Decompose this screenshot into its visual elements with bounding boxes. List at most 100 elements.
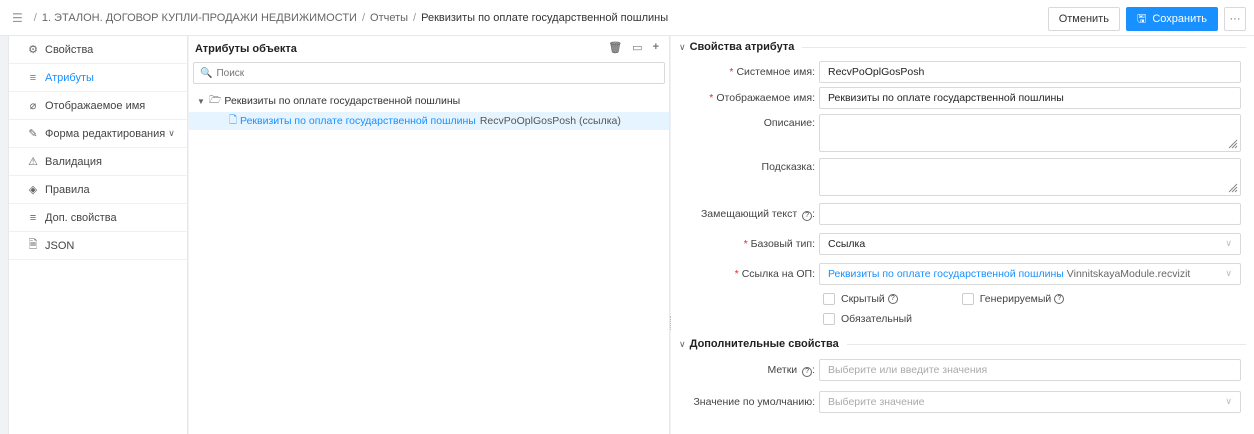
checkbox-label: Скрытый (841, 293, 885, 305)
checkbox-row: Скрытый ? Генерируемый ? (671, 289, 1254, 309)
nav-item-label: Атрибуты (45, 71, 94, 84)
field-tags: Метки ?: Выберите или введите значения (671, 357, 1254, 383)
delete-icon[interactable]: 🗑 (608, 41, 622, 54)
hint-textarea[interactable] (819, 158, 1241, 196)
nav-item-display-name[interactable]: ⌀ Отображаемое имя (9, 92, 187, 120)
breadcrumb-item-reports[interactable]: Отчеты (370, 12, 408, 24)
cancel-button[interactable]: Отменить (1047, 7, 1120, 31)
replacement-text-input[interactable] (819, 203, 1241, 225)
field-label: * Ссылка на ОП: (734, 268, 815, 280)
system-name-input[interactable]: RecvPoOplGosPosh (819, 61, 1241, 83)
resize-grip-icon[interactable] (1228, 139, 1238, 149)
field-base-type: * Базовый тип: Ссылка ∨ (671, 231, 1254, 257)
nav-item-label: JSON (45, 239, 75, 252)
display-name-input[interactable]: Реквизиты по оплате государственной пошл… (819, 87, 1241, 109)
nav-item-attributes[interactable]: ≡ Атрибуты (9, 64, 187, 92)
nav-item-label: Форма редактирования (45, 127, 166, 140)
required-checkbox[interactable]: Обязательный (823, 313, 912, 325)
field-hint: Подсказка: (671, 155, 1254, 199)
search-icon: 🔍 (200, 67, 213, 79)
field-description: Описание: (671, 111, 1254, 155)
field-label: Метки ?: (767, 363, 815, 377)
save-button[interactable]: 🖫 Сохранить (1125, 7, 1218, 31)
default-value-select[interactable]: Выберите значение ∨ (819, 391, 1241, 413)
chevron-down-icon: ∨ (1225, 396, 1232, 406)
chevron-down-icon: ∨ (1225, 238, 1232, 248)
base-type-value: Ссылка (828, 238, 866, 250)
hidden-checkbox[interactable]: Скрытый ? (823, 293, 898, 305)
field-system-name: * Системное имя: RecvPoOplGosPosh (671, 59, 1254, 85)
nav-item-label: Доп. свойства (45, 211, 117, 224)
checkbox-label: Обязательный (841, 313, 913, 325)
rule-icon: ◈ (28, 184, 38, 196)
nav-item-validation[interactable]: ⚠ Валидация (9, 148, 187, 176)
nav-item-properties[interactable]: ⚙ Свойства (9, 36, 187, 64)
breadcrumb-current: Реквизиты по оплате государственной пошл… (421, 11, 669, 24)
checkbox-row: Обязательный (671, 309, 1254, 329)
field-label: * Базовый тип: (743, 238, 815, 250)
generated-checkbox[interactable]: Генерируемый ? (961, 293, 1065, 305)
checkbox-box[interactable] (823, 313, 835, 325)
chevron-down-icon: ∨ (1225, 268, 1232, 278)
breadcrumb-separator: / (413, 11, 417, 24)
more-button[interactable]: ··· (1224, 7, 1246, 31)
description-textarea[interactable] (819, 114, 1241, 152)
warning-icon: ⚠ (28, 156, 38, 168)
chevron-down-icon: ∨ (679, 338, 686, 349)
folder-icon[interactable]: ▭ (632, 41, 642, 54)
menu-icon[interactable]: ☰ (12, 11, 23, 25)
attributes-search: 🔍 (193, 62, 665, 84)
gear-icon: ⚙ (28, 44, 38, 56)
reference-value[interactable]: Реквизиты по оплате государственной пошл… (828, 268, 1064, 280)
nav-item-label: Отображаемое имя (45, 99, 146, 112)
search-input[interactable] (216, 67, 657, 79)
default-value-placeholder: Выберите значение (828, 396, 925, 408)
breadcrumb-item-project[interactable]: 1. ЭТАЛОН. ДОГОВОР КУПЛИ-ПРОДАЖИ НЕДВИЖИ… (42, 12, 357, 24)
file-icon: 🗋 (229, 114, 238, 126)
tags-select[interactable]: Выберите или введите значения (819, 359, 1241, 381)
tree-node-selected[interactable]: 🗋 Реквизиты по оплате государственной по… (189, 112, 669, 130)
field-label: Значение по умолчанию: (693, 396, 815, 408)
help-icon: ? (1054, 294, 1065, 304)
reference-module: VinnitskayaModule.recvizit (1066, 268, 1191, 280)
tree-node-label: Реквизиты по оплате государственной пошл… (224, 95, 461, 107)
nav-item-edit-form[interactable]: ✎ Форма редактирования ∨ (9, 120, 187, 148)
field-label: Подсказка: (761, 161, 815, 173)
field-reference: * Ссылка на ОП: Реквизиты по оплате госуд… (671, 261, 1254, 287)
checkbox-box[interactable] (961, 293, 974, 305)
chevron-down-icon: ∨ (168, 128, 175, 138)
attributes-panel: Атрибуты объекта 🗑 ▭ + 🔍 ▼ 🗁 Реквизиты п… (189, 36, 670, 434)
attributes-toolbar: 🗑 ▭ + (608, 41, 659, 54)
header-bar: ☰ / 1. ЭТАЛОН. ДОГОВОР КУПЛИ-ПРОДАЖИ НЕД… (0, 0, 1254, 36)
header-actions: Отменить 🖫 Сохранить ··· (1047, 7, 1246, 31)
section-attribute-props[interactable]: ∨ Свойства атрибута (671, 36, 1254, 58)
breadcrumb-separator: / (33, 11, 37, 24)
section-extra-props[interactable]: ∨ Дополнительные свойства (671, 333, 1254, 355)
add-icon[interactable]: + (653, 41, 659, 54)
resize-grip-icon[interactable] (1228, 183, 1238, 193)
file-icon: 🗎 (28, 239, 38, 251)
caret-down-icon[interactable]: ▼ (197, 97, 209, 106)
tree-node-label: Реквизиты по оплате государственной пошл… (240, 115, 476, 127)
nav-item-rules[interactable]: ◈ Правила (9, 176, 187, 204)
nav-item-json[interactable]: 🗎 JSON (9, 232, 187, 260)
nav-item-label: Правила (45, 183, 90, 196)
save-button-label: Сохранить (1152, 13, 1207, 25)
reference-select[interactable]: Реквизиты по оплате государственной пошл… (819, 263, 1241, 285)
field-label: * Отображаемое имя: (709, 92, 815, 104)
field-label: Описание: (763, 117, 815, 129)
checkbox-box[interactable] (823, 293, 835, 305)
section-title: Дополнительные свойства (689, 338, 839, 350)
attributes-panel-title: Атрибуты объекта (195, 43, 297, 55)
help-icon: ? (802, 210, 813, 221)
chevron-down-icon: ∨ (679, 41, 686, 52)
breadcrumb: ☰ / 1. ЭТАЛОН. ДОГОВОР КУПЛИ-ПРОДАЖИ НЕД… (12, 11, 668, 25)
nav-item-extra-props[interactable]: ≡ Доп. свойства (9, 204, 187, 232)
field-replacement-text: Замещающий текст ?: (671, 201, 1254, 227)
help-icon: ? (802, 366, 813, 377)
breadcrumb-separator: / (361, 11, 366, 24)
divider (802, 46, 1246, 48)
tree-node-root[interactable]: ▼ 🗁 Реквизиты по оплате государственной … (189, 92, 669, 110)
base-type-select[interactable]: Ссылка ∨ (819, 233, 1241, 255)
left-nav: ⚙ Свойства ≡ Атрибуты ⌀ Отображаемое имя… (8, 36, 188, 434)
